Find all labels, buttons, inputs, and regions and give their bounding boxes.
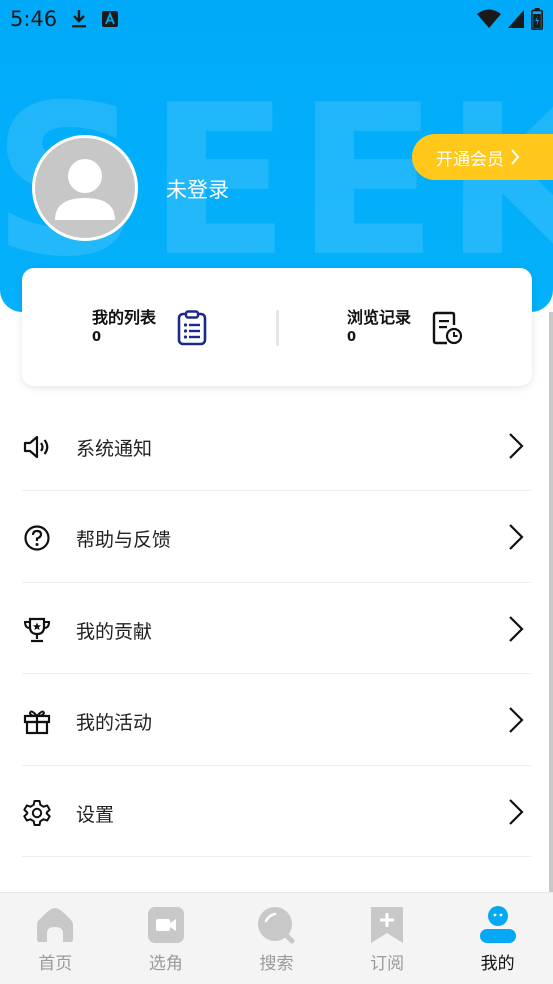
tab-subscribe[interactable]: 订阅 xyxy=(332,893,443,984)
tab-mine[interactable]: 我的 xyxy=(442,893,553,984)
history-label: 浏览记录 xyxy=(347,308,412,327)
menu-label: 我的活动 xyxy=(76,712,153,735)
tab-search[interactable]: 搜索 xyxy=(221,893,332,984)
my-list-count: 0 xyxy=(92,330,102,345)
wifi-icon xyxy=(477,9,501,28)
user-icon xyxy=(55,159,115,220)
status-bar: 5:46 xyxy=(0,0,553,38)
chevron-right-icon xyxy=(509,433,524,459)
menu-divider xyxy=(22,855,531,857)
menu-item-activities[interactable]: 我的活动 xyxy=(0,674,553,766)
bottom-tab-bar: 首页 选角 搜索 订阅 我的 xyxy=(0,892,553,984)
bookmark-icon xyxy=(371,907,404,943)
chevron-right-icon xyxy=(511,149,520,165)
help-icon xyxy=(24,525,50,551)
vip-label: 开通会员 xyxy=(436,149,504,170)
signal-icon xyxy=(508,10,524,28)
menu-label: 系统通知 xyxy=(76,438,153,460)
chevron-right-icon xyxy=(509,616,524,642)
tab-label: 订阅 xyxy=(370,954,405,974)
battery-icon xyxy=(531,8,543,30)
trophy-icon xyxy=(23,617,51,642)
history-count: 0 xyxy=(347,330,357,345)
status-time: 5:46 xyxy=(10,7,58,31)
download-icon xyxy=(72,10,86,28)
font-app-icon xyxy=(102,11,118,27)
gear-icon xyxy=(23,799,51,826)
history-stat[interactable]: 浏览记录 0 xyxy=(347,304,411,345)
menu-item-notifications[interactable]: 系统通知 xyxy=(0,400,553,492)
tab-label: 选角 xyxy=(148,954,183,974)
search-icon xyxy=(258,907,295,944)
avatar[interactable] xyxy=(32,135,138,241)
chevron-right-icon xyxy=(509,798,524,825)
menu-label: 帮助与反馈 xyxy=(76,529,172,552)
tab-label: 我的 xyxy=(480,954,515,974)
menu-label: 设置 xyxy=(76,803,115,826)
video-icon xyxy=(147,907,184,943)
profile-icon xyxy=(479,906,516,943)
chevron-right-icon xyxy=(509,524,524,551)
my-list-label: 我的列表 xyxy=(92,308,157,327)
clipboard-list-icon[interactable] xyxy=(176,310,208,346)
menu-item-help[interactable]: 帮助与反馈 xyxy=(0,491,553,583)
stats-divider xyxy=(276,310,279,346)
tab-label: 搜索 xyxy=(259,954,294,974)
speaker-icon xyxy=(23,435,49,459)
tab-label: 首页 xyxy=(38,954,73,974)
stats-card: 我的列表 0 浏览记录 0 xyxy=(22,268,532,386)
my-list-stat[interactable]: 我的列表 0 xyxy=(92,304,156,345)
gift-icon xyxy=(23,710,51,735)
history-doc-icon[interactable] xyxy=(431,310,463,346)
login-status[interactable]: 未登录 xyxy=(166,174,229,204)
menu-label: 我的贡献 xyxy=(76,620,153,643)
menu-item-contributions[interactable]: 我的贡献 xyxy=(0,583,553,675)
tab-home[interactable]: 首页 xyxy=(0,893,111,984)
vip-button[interactable]: 开通会员 xyxy=(412,134,553,180)
scrollbar[interactable] xyxy=(549,312,553,892)
menu-item-settings[interactable]: 设置 xyxy=(0,766,553,857)
home-icon xyxy=(37,908,74,942)
menu-list: 系统通知 帮助与反馈 我的贡献 我的活动 设置 xyxy=(0,400,553,857)
chevron-right-icon xyxy=(509,707,524,733)
tab-casting[interactable]: 选角 xyxy=(111,893,222,984)
